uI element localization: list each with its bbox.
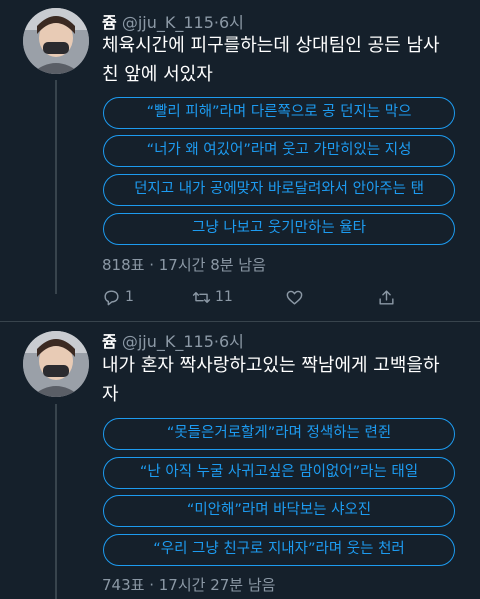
share-button[interactable] bbox=[377, 285, 396, 309]
poll-option[interactable]: “미안해”라며 바닥보는 샤오진 bbox=[103, 495, 455, 527]
author-name[interactable]: 쥼 bbox=[102, 332, 117, 351]
timestamp[interactable]: 6시 bbox=[219, 332, 244, 351]
tweet-header: 쥼 @jju_K_115·6시 bbox=[102, 328, 244, 352]
thread-line bbox=[55, 80, 57, 294]
reply-count: 1 bbox=[125, 289, 134, 305]
avatar[interactable] bbox=[23, 331, 89, 397]
poll-meta: 743표 · 17시간 27분 남음 bbox=[102, 576, 276, 594]
poll-option[interactable]: “너가 왜 여깄어”라며 웃고 가만히있는 지성 bbox=[103, 135, 455, 167]
retweet-count: 11 bbox=[215, 289, 233, 305]
retweet-button[interactable]: 11 bbox=[192, 285, 233, 309]
poll-meta: 818표 · 17시간 8분 남음 bbox=[102, 256, 266, 274]
tweet-text: 체육시간에 피구를하는데 상대팀인 공든 남사 친 앞에 서있자 bbox=[102, 31, 472, 89]
tweet-text-line: 내가 혼자 짝사랑하고있는 짝남에게 고백을하 bbox=[102, 355, 440, 376]
thread-line bbox=[55, 404, 57, 599]
share-icon bbox=[379, 289, 394, 305]
tweet-text-line: 친 앞에 서있자 bbox=[102, 64, 213, 85]
reply-button[interactable]: 1 bbox=[102, 285, 134, 309]
author-handle[interactable]: @jju_K_115 bbox=[122, 13, 214, 32]
reply-icon bbox=[104, 289, 119, 305]
tweet-text-line: 체육시간에 피구를하는데 상대팀인 공든 남사 bbox=[102, 35, 440, 56]
avatar-photo bbox=[23, 331, 89, 397]
poll-option[interactable]: 그냥 나보고 웃기만하는 율타 bbox=[103, 213, 455, 245]
poll-option[interactable]: “못들은거로할게”라며 정색하는 련쥔 bbox=[103, 418, 455, 450]
poll-option[interactable]: “난 아직 누굴 사귀고싶은 맘이없어”라는 태일 bbox=[103, 457, 455, 489]
avatar[interactable] bbox=[23, 8, 89, 74]
author-handle[interactable]: @jju_K_115 bbox=[122, 332, 214, 351]
like-button[interactable] bbox=[285, 285, 304, 309]
tweet-text: 내가 혼자 짝사랑하고있는 짝남에게 고백을하 자 bbox=[102, 351, 472, 409]
tweet-2: 쥼 @jju_K_115·6시 내가 혼자 짝사랑하고있는 짝남에게 고백을하 … bbox=[0, 322, 480, 599]
poll-option[interactable]: 던지고 내가 공에맞자 바로달려와서 안아주는 탠 bbox=[103, 174, 455, 206]
tweet-header: 쥼 @jju_K_115·6시 bbox=[102, 9, 244, 33]
author-name[interactable]: 쥼 bbox=[102, 13, 117, 32]
retweet-icon bbox=[192, 291, 211, 303]
poll-option[interactable]: “우리 그냥 친구로 지내자”라며 웃는 천러 bbox=[103, 534, 455, 566]
timestamp[interactable]: 6시 bbox=[219, 13, 244, 32]
tweet-text-line: 자 bbox=[102, 384, 119, 405]
poll-option[interactable]: “빨리 피해”라며 다른쪽으로 공 던지는 막으 bbox=[103, 97, 455, 129]
tweet-1: 쥼 @jju_K_115·6시 체육시간에 피구를하는데 상대팀인 공든 남사 … bbox=[0, 0, 480, 310]
heart-icon bbox=[286, 290, 303, 305]
avatar-photo bbox=[23, 8, 89, 74]
tweet-actions: 1 11 bbox=[102, 285, 402, 309]
